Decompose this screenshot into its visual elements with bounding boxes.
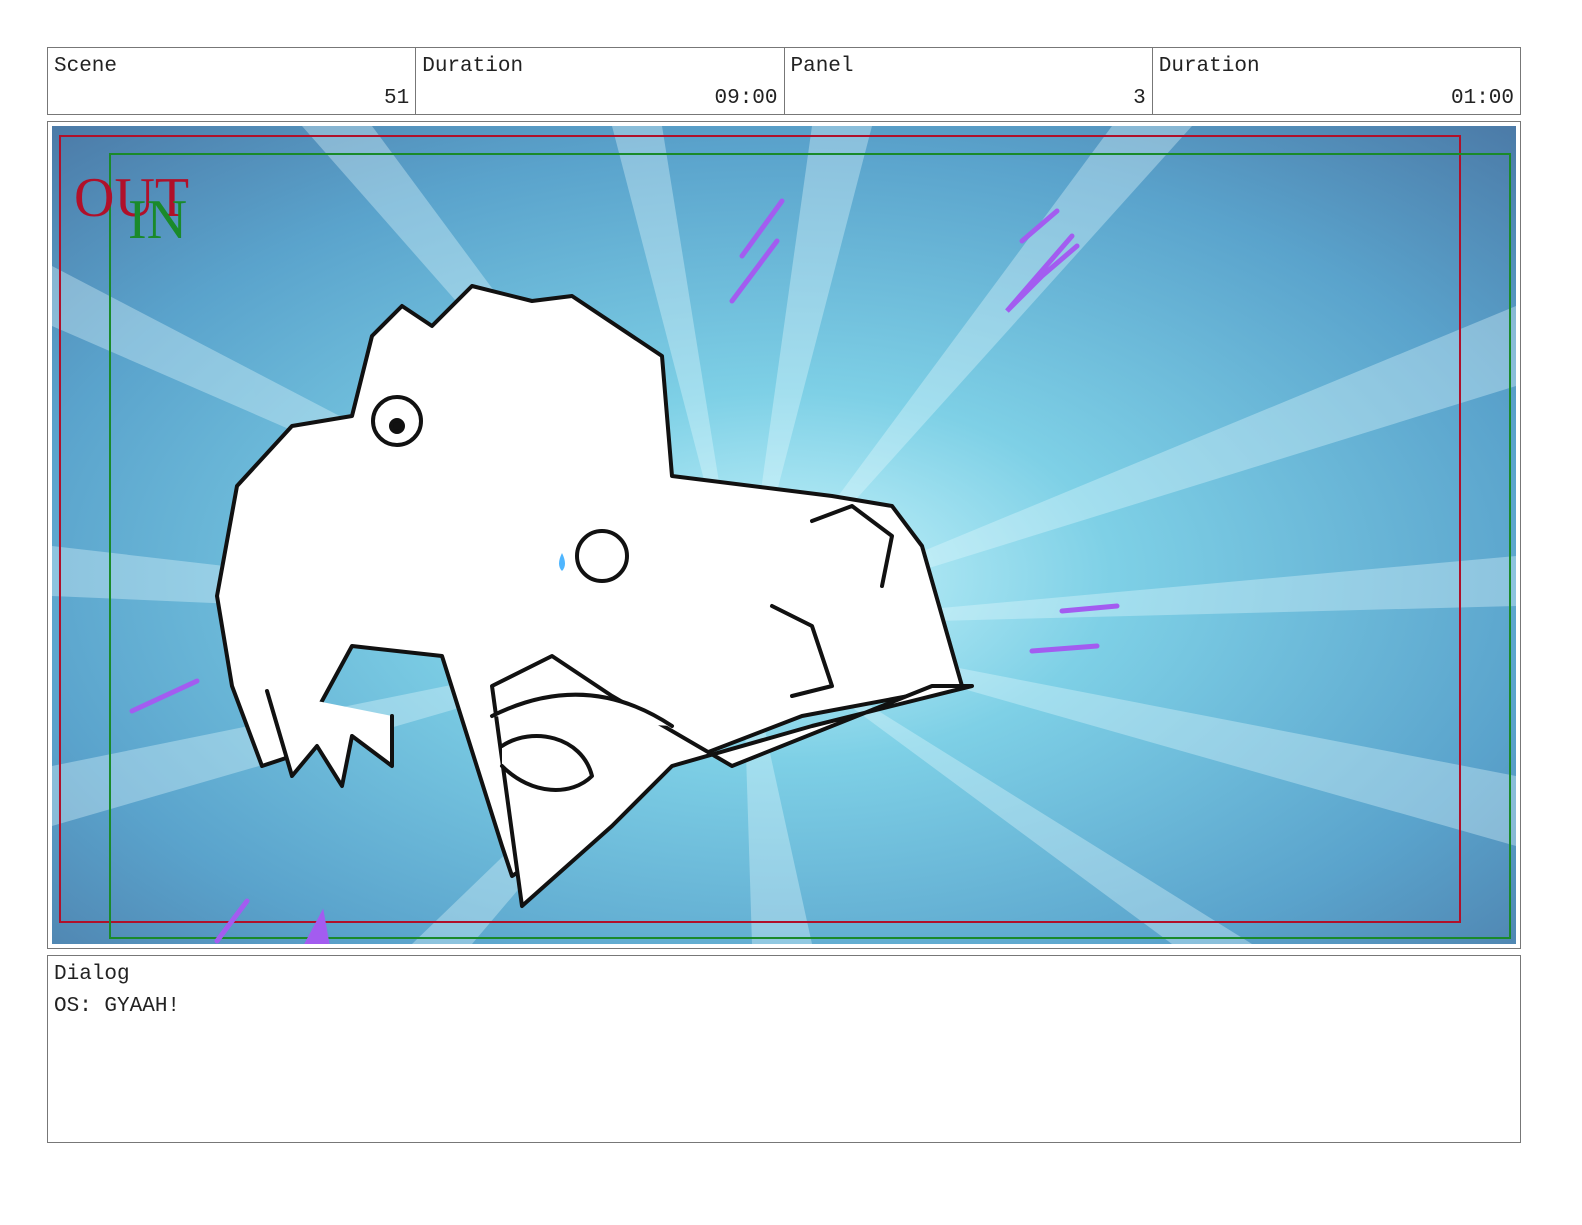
storyboard-panel: OUT IN xyxy=(47,121,1521,949)
scene-label: Scene xyxy=(54,55,118,78)
panel-label: Panel xyxy=(790,55,854,78)
panel-duration-value: 01:00 xyxy=(1450,87,1514,110)
panel-duration-cell: Duration 01:00 xyxy=(1153,48,1520,114)
panel-duration-label: Duration xyxy=(1158,55,1260,78)
panel-drawing: OUT IN xyxy=(52,126,1516,944)
scene-duration-label: Duration xyxy=(422,55,524,78)
scene-value: 51 xyxy=(384,87,410,110)
scene-duration-value: 09:00 xyxy=(714,87,778,110)
panel-artwork: OUT IN xyxy=(52,126,1516,944)
dialog-text: OS: GYAAH! xyxy=(54,995,181,1018)
frame-in-label: IN xyxy=(128,189,187,251)
dialog-label: Dialog xyxy=(54,963,130,986)
panel-value: 3 xyxy=(1133,87,1146,110)
panel-cell: Panel 3 xyxy=(785,48,1153,114)
dialog-box: Dialog OS: GYAAH! xyxy=(47,955,1521,1143)
scene-cell: Scene 51 xyxy=(48,48,417,114)
panel-header: Scene 51 Duration 09:00 Panel 3 Duration… xyxy=(47,47,1521,115)
scene-duration-cell: Duration 09:00 xyxy=(416,48,785,114)
